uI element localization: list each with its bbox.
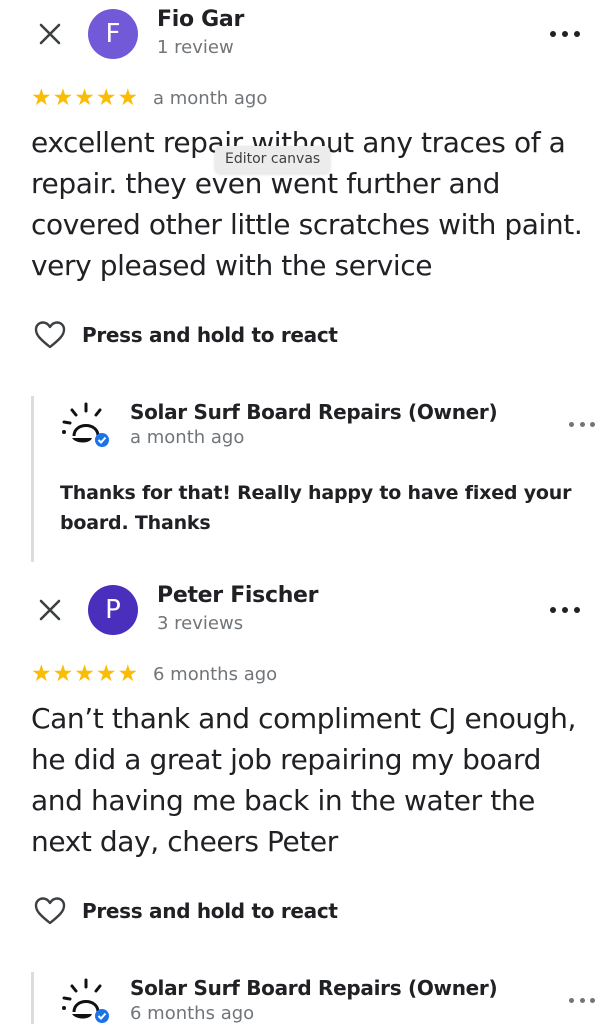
- heart-icon: [34, 897, 66, 925]
- star-icon: ★: [31, 84, 52, 110]
- owner-more-options-button[interactable]: [569, 988, 595, 1012]
- star-icon: ★: [52, 84, 74, 110]
- dot-icon: [562, 31, 568, 37]
- author-review-count: 3 reviews: [157, 613, 244, 634]
- star-icon: ★: [95, 84, 117, 110]
- star-rating: ★ ★ ★ ★ ★: [31, 662, 138, 685]
- star-rating: ★ ★ ★ ★ ★: [31, 86, 138, 109]
- owner-name[interactable]: Solar Surf Board Repairs (Owner): [130, 976, 498, 1000]
- dot-icon: [574, 31, 580, 37]
- review-card: P Peter Fischer 3 reviews ★ ★ ★ ★ ★ 6 mo…: [0, 576, 614, 1024]
- review-time: 6 months ago: [153, 664, 278, 685]
- dot-icon: [590, 421, 595, 427]
- review-time: a month ago: [153, 88, 268, 109]
- business-logo-icon: [62, 402, 109, 447]
- dot-icon: [569, 997, 574, 1003]
- owner-reply: Solar Surf Board Repairs (Owner) a month…: [31, 396, 595, 562]
- dot-icon: [550, 31, 556, 37]
- author-name[interactable]: Fio Gar: [157, 7, 244, 32]
- owner-reply: Solar Surf Board Repairs (Owner) 6 month…: [31, 972, 595, 1024]
- dot-icon: [550, 607, 556, 613]
- star-icon: ★: [74, 660, 95, 686]
- owner-reply-text: Thanks for that! Really happy to have fi…: [60, 482, 572, 534]
- editor-canvas-tooltip: Editor canvas: [215, 146, 331, 173]
- star-icon: ★: [95, 660, 117, 686]
- react-button[interactable]: Press and hold to react: [34, 896, 338, 926]
- dot-icon: [569, 421, 574, 427]
- star-icon: ★: [74, 84, 95, 110]
- owner-more-options-button[interactable]: [569, 412, 595, 436]
- star-icon: ★: [117, 660, 139, 686]
- dot-icon: [579, 421, 585, 427]
- dot-icon: [574, 607, 580, 613]
- author-review-count: 1 review: [157, 37, 234, 58]
- react-button[interactable]: Press and hold to react: [34, 320, 338, 350]
- star-icon: ★: [117, 84, 139, 110]
- business-logo-icon: [62, 978, 109, 1023]
- owner-reply-time: 6 months ago: [130, 1003, 255, 1024]
- star-icon: ★: [52, 660, 74, 686]
- dot-icon: [590, 997, 595, 1003]
- owner-reply-time: a month ago: [130, 427, 245, 448]
- heart-icon: [34, 321, 66, 349]
- avatar[interactable]: F: [88, 9, 138, 59]
- close-icon[interactable]: [36, 596, 64, 624]
- avatar[interactable]: P: [88, 585, 138, 635]
- close-icon[interactable]: [36, 20, 64, 48]
- owner-name[interactable]: Solar Surf Board Repairs (Owner): [130, 400, 498, 424]
- more-options-button[interactable]: [550, 598, 580, 622]
- react-label: Press and hold to react: [82, 899, 338, 923]
- author-name[interactable]: Peter Fischer: [157, 583, 319, 608]
- review-card: F Fio Gar 1 review ★ ★ ★ ★ ★ a month ago…: [0, 0, 614, 576]
- more-options-button[interactable]: [550, 22, 580, 46]
- star-icon: ★: [31, 660, 52, 686]
- react-label: Press and hold to react: [82, 323, 338, 347]
- review-text: Can’t thank and compliment CJ enough, he…: [31, 702, 576, 858]
- dot-icon: [579, 997, 585, 1003]
- dot-icon: [562, 607, 568, 613]
